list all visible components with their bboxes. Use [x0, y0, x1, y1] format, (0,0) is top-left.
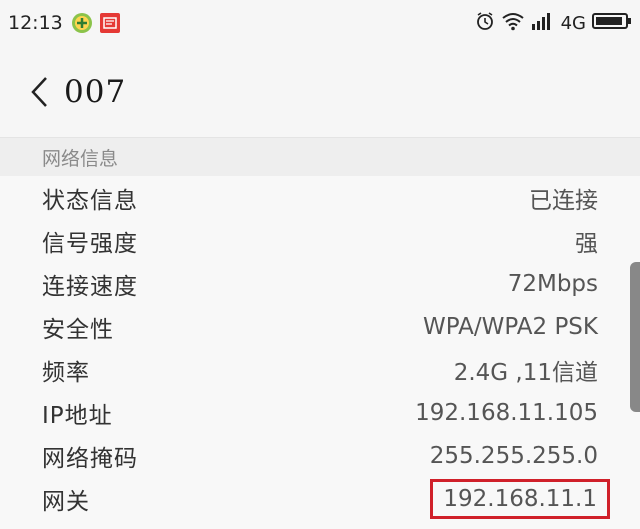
wifi-icon: [501, 11, 525, 36]
row-value: 72Mbps: [507, 270, 598, 297]
app-bar: 007: [0, 46, 640, 138]
signal-icon: [531, 11, 553, 36]
row-gateway: 网关 192.168.11.1: [0, 477, 640, 520]
row-ip-address: IP地址 192.168.11.105: [0, 391, 640, 434]
row-label: IP地址: [42, 402, 113, 429]
row-security: 安全性 WPA/WPA2 PSK: [0, 305, 640, 348]
status-right-icons: 4G: [475, 11, 632, 36]
row-label: 信号强度: [42, 230, 138, 257]
alarm-icon: [475, 11, 495, 36]
row-link-speed: 连接速度 72Mbps: [0, 262, 640, 305]
row-value: 192.168.11.105: [415, 399, 598, 426]
app-badge-icon: [99, 12, 121, 34]
row-value: 强: [575, 230, 598, 257]
row-value: 2.4G ,11信道: [453, 359, 598, 386]
row-label: 频率: [42, 359, 90, 386]
section-header: 网络信息: [0, 138, 640, 176]
battery-icon: [592, 11, 632, 36]
row-label: 网关: [42, 488, 90, 515]
status-time: 12:13: [8, 12, 63, 34]
row-value: 255.255.255.0: [429, 442, 598, 469]
status-bar: 12:13 4G: [0, 0, 640, 46]
row-netmask: 网络掩码 255.255.255.0: [0, 434, 640, 477]
row-frequency: 频率 2.4G ,11信道: [0, 348, 640, 391]
back-button[interactable]: [28, 72, 54, 112]
row-label: 网络掩码: [42, 445, 138, 472]
plus-badge-icon: [71, 12, 93, 34]
scroll-indicator: [630, 262, 640, 412]
row-label: 连接速度: [42, 273, 138, 300]
page-title: 007: [64, 73, 127, 110]
row-label: 安全性: [42, 316, 114, 343]
row-status: 状态信息 已连接: [0, 176, 640, 219]
gateway-value-highlighted: 192.168.11.1: [430, 478, 610, 519]
chevron-left-icon: [31, 76, 47, 107]
row-value: 已连接: [529, 187, 598, 214]
row-value: WPA/WPA2 PSK: [423, 313, 598, 340]
network-type-label: 4G: [560, 12, 586, 34]
network-info-list: 状态信息 已连接 信号强度 强 连接速度 72Mbps 安全性 WPA/WPA2…: [0, 176, 640, 529]
row-signal-strength: 信号强度 强: [0, 219, 640, 262]
row-label: 状态信息: [42, 187, 138, 214]
